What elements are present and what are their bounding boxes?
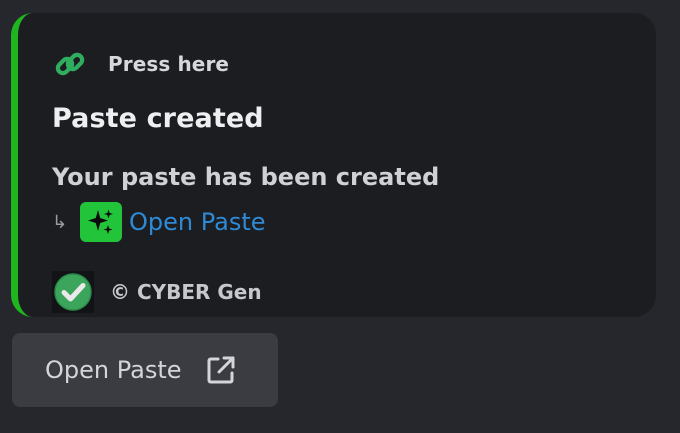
open-paste-button[interactable]: Open Paste [12,333,278,407]
chain-link-icon [52,46,88,82]
reply-arrow-icon: ↳ [52,211,68,233]
external-link-icon [204,353,238,387]
footer-label: © CYBER Gen [110,280,262,304]
embed-title: Paste created [52,103,264,134]
open-paste-button-label: Open Paste [45,356,182,384]
embed-description: Your paste has been created [52,163,440,191]
author-label: Press here [108,52,230,76]
embed-card: Press here Paste created Your paste has … [11,13,656,317]
checkmark-badge-icon [52,271,94,313]
embed-footer: © CYBER Gen [52,271,262,313]
open-paste-link[interactable]: Open Paste [129,208,266,236]
open-paste-link-row: ↳ Open Paste [52,201,266,243]
embed-author[interactable]: Press here [52,46,229,82]
sparkle-icon [80,202,122,242]
